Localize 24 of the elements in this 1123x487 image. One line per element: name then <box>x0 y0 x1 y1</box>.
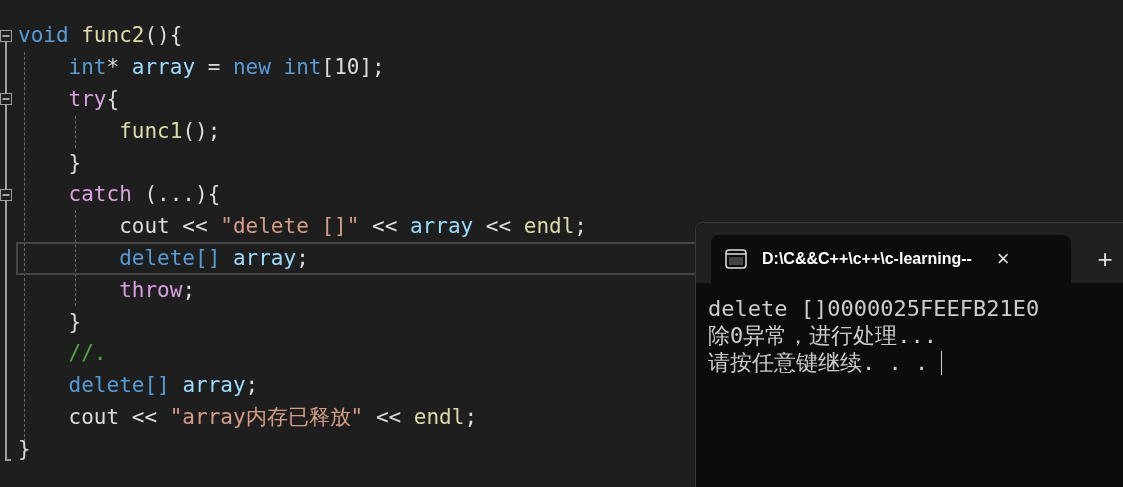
code-line: //. <box>67 340 108 368</box>
collapse-icon[interactable] <box>0 188 12 201</box>
tab-title: D:\C&&C++\c++\c-learning-- <box>762 249 972 269</box>
code-line: cout << "array内存已释放" << endl; <box>67 403 479 431</box>
code-line: int* array = new int[10]; <box>67 54 386 82</box>
code-line: delete[] array; <box>67 372 260 400</box>
code-line: } <box>67 308 83 336</box>
collapse-icon[interactable] <box>0 93 12 106</box>
new-tab-button[interactable]: + <box>1085 235 1123 283</box>
collapse-icon[interactable] <box>0 29 12 42</box>
code-line: } <box>67 149 83 177</box>
code-line: catch (...){ <box>67 181 222 209</box>
output-line: delete []0000025FEEFB21E0 <box>708 295 1040 322</box>
code-line: void func2(){ <box>17 22 184 50</box>
code-line: func1(); <box>118 117 222 145</box>
code-line: cout << "delete []" << array << endl; <box>118 213 588 241</box>
close-button[interactable]: × <box>992 248 1014 270</box>
terminal-tab[interactable]: D:\C&&C++\c++\c-learning-- × <box>711 235 1071 283</box>
code-line: try{ <box>67 86 121 113</box>
output-line: 除0异常，进行处理... <box>708 322 937 349</box>
code-line: } <box>17 435 32 463</box>
output-line: 请按任意键继续. . . <box>708 349 930 376</box>
code-line: throw; <box>118 276 197 304</box>
console-icon <box>725 249 747 269</box>
